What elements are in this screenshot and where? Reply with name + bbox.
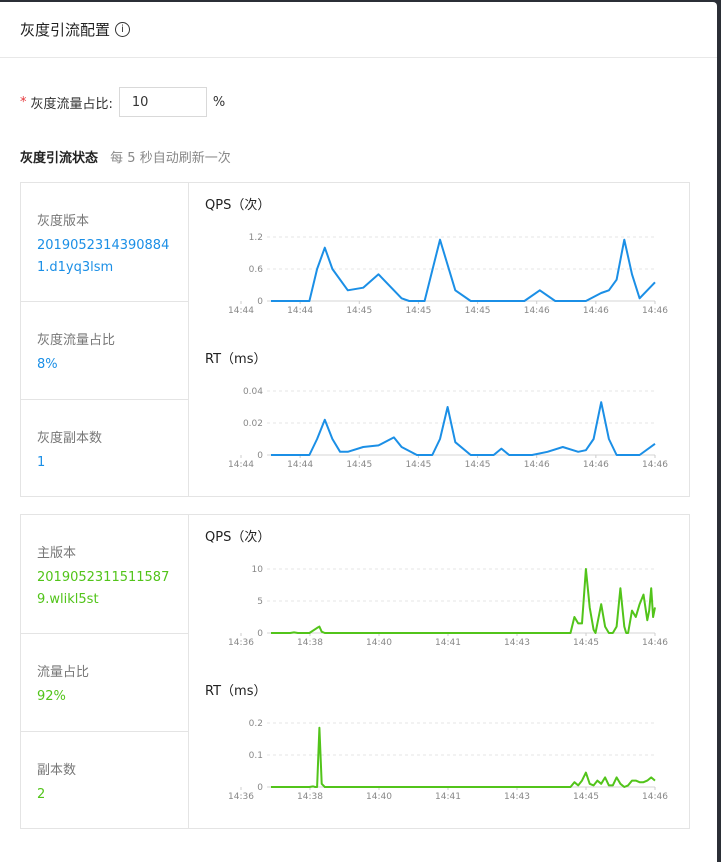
x-tick-label: 14:46 (642, 638, 668, 648)
gray-qps-chart: 0 0.6 1.2 14:44 14:44 14:45 14:45 14:45 14:46 14:… (228, 233, 668, 316)
traffic-ratio-value: 92% (37, 689, 66, 704)
version-value: 20190523143908841.d1yq3lsm (37, 238, 170, 275)
y-tick-label: 0.6 (249, 265, 264, 275)
qps-chart-title: QPS（次） (205, 198, 271, 213)
replica-value: 1 (37, 455, 46, 470)
x-tick-label: 14:44 (228, 460, 254, 470)
main-version-card: 主版本 20190523115115879.wlikl5st 流量占比 92% … (20, 514, 690, 829)
info-icon[interactable]: i (115, 22, 131, 37)
y-tick-label: 5 (257, 597, 263, 607)
replica-value: 2 (37, 787, 46, 802)
version-key: 灰度版本 (37, 214, 90, 229)
x-tick-label: 14:41 (435, 638, 461, 648)
x-tick-label: 14:45 (465, 460, 491, 470)
y-tick-label: 10 (252, 565, 264, 575)
y-tick-label: 0 (257, 451, 263, 461)
version-key: 主版本 (37, 546, 77, 561)
y-tick-label: 0.2 (249, 719, 263, 729)
y-tick-label: 0 (257, 297, 263, 307)
y-tick-label: 0.02 (243, 419, 263, 429)
x-tick-label: 14:43 (504, 792, 530, 802)
x-tick-label: 14:44 (287, 306, 313, 316)
traffic-config-panel: 灰度引流配置 i * 灰度流量占比: % 灰度引流状态 每 5 秒自动刷新一次 … (0, 2, 717, 862)
status-label: 灰度引流状态 (20, 151, 99, 166)
status-heading: 灰度引流状态 每 5 秒自动刷新一次 (20, 147, 231, 166)
traffic-ratio-key: 流量占比 (37, 665, 90, 680)
y-tick-label: 0 (257, 783, 263, 793)
x-tick-label: 14:46 (642, 792, 668, 802)
series-line (271, 238, 656, 302)
replica-cell: 副本数 2 (21, 732, 188, 828)
version-cell: 主版本 20190523115115879.wlikl5st (21, 515, 188, 634)
panel-header: 灰度引流配置 i (0, 2, 717, 58)
replica-key: 灰度副本数 (37, 431, 103, 446)
x-tick-label: 14:38 (297, 638, 323, 648)
y-tick-label: 0 (257, 629, 263, 639)
version-value: 20190523115115879.wlikl5st (37, 570, 170, 607)
x-tick-label: 14:36 (228, 638, 254, 648)
x-tick-label: 14:45 (405, 306, 431, 316)
x-tick-label: 14:40 (366, 792, 392, 802)
replica-cell: 灰度副本数 1 (21, 400, 188, 496)
main-qps-chart: 0 5 10 14:36 14:38 14:40 14:41 14:43 14:45 14:46 (228, 565, 668, 648)
x-tick-label: 14:43 (504, 638, 530, 648)
y-tick-label: 0.1 (249, 751, 263, 761)
x-tick-label: 14:46 (642, 460, 668, 470)
x-tick-label: 14:45 (573, 792, 599, 802)
main-rt-chart: 0 0.1 0.2 14:36 14:38 14:40 14:41 14:43 14:45 14:… (228, 719, 668, 802)
qps-chart-title: QPS（次） (205, 530, 271, 545)
rt-chart-title: RT（ms） (205, 684, 267, 699)
x-tick-label: 14:45 (346, 460, 372, 470)
main-version-info: 主版本 20190523115115879.wlikl5st 流量占比 92% … (21, 515, 189, 828)
traffic-ratio-cell: 灰度流量占比 8% (21, 302, 188, 400)
series-line (271, 401, 656, 456)
gray-traffic-input[interactable] (118, 87, 207, 117)
x-tick-label: 14:44 (228, 306, 254, 316)
required-mark: * (20, 94, 27, 110)
y-tick-label: 0.04 (243, 387, 263, 397)
x-tick-label: 14:45 (573, 638, 599, 648)
x-tick-label: 14:36 (228, 792, 254, 802)
y-tick-label: 1.2 (249, 233, 263, 243)
x-tick-label: 14:46 (642, 306, 668, 316)
percent-unit: % (212, 94, 226, 110)
gray-version-info: 灰度版本 20190523143908841.d1yq3lsm 灰度流量占比 8… (21, 183, 189, 496)
gray-traffic-label: 灰度流量占比: (30, 96, 113, 112)
refresh-hint: 每 5 秒自动刷新一次 (110, 151, 231, 166)
x-tick-label: 14:45 (346, 306, 372, 316)
x-tick-label: 14:46 (524, 460, 550, 470)
x-tick-label: 14:46 (583, 306, 609, 316)
x-tick-label: 14:38 (297, 792, 323, 802)
x-tick-label: 14:41 (435, 792, 461, 802)
x-tick-label: 14:45 (405, 460, 431, 470)
x-tick-label: 14:44 (287, 460, 313, 470)
x-tick-label: 14:46 (583, 460, 609, 470)
gray-rt-chart: 0 0.02 0.04 14:44 14:44 14:45 14:45 14:45 14:46 1… (228, 387, 668, 470)
x-tick-label: 14:40 (366, 638, 392, 648)
replica-key: 副本数 (37, 763, 77, 778)
rt-chart-title: RT（ms） (205, 352, 267, 367)
x-tick-label: 14:45 (465, 306, 491, 316)
page-title: 灰度引流配置 (20, 21, 111, 39)
x-tick-label: 14:46 (524, 306, 550, 316)
traffic-ratio-key: 灰度流量占比 (37, 333, 116, 348)
traffic-ratio-cell: 流量占比 92% (21, 634, 188, 732)
gray-version-card: 灰度版本 20190523143908841.d1yq3lsm 灰度流量占比 8… (20, 182, 690, 497)
traffic-ratio-value: 8% (37, 357, 58, 372)
series-line (271, 726, 656, 788)
gray-traffic-form-row: * 灰度流量占比: % (20, 86, 225, 118)
version-cell: 灰度版本 20190523143908841.d1yq3lsm (21, 183, 188, 302)
